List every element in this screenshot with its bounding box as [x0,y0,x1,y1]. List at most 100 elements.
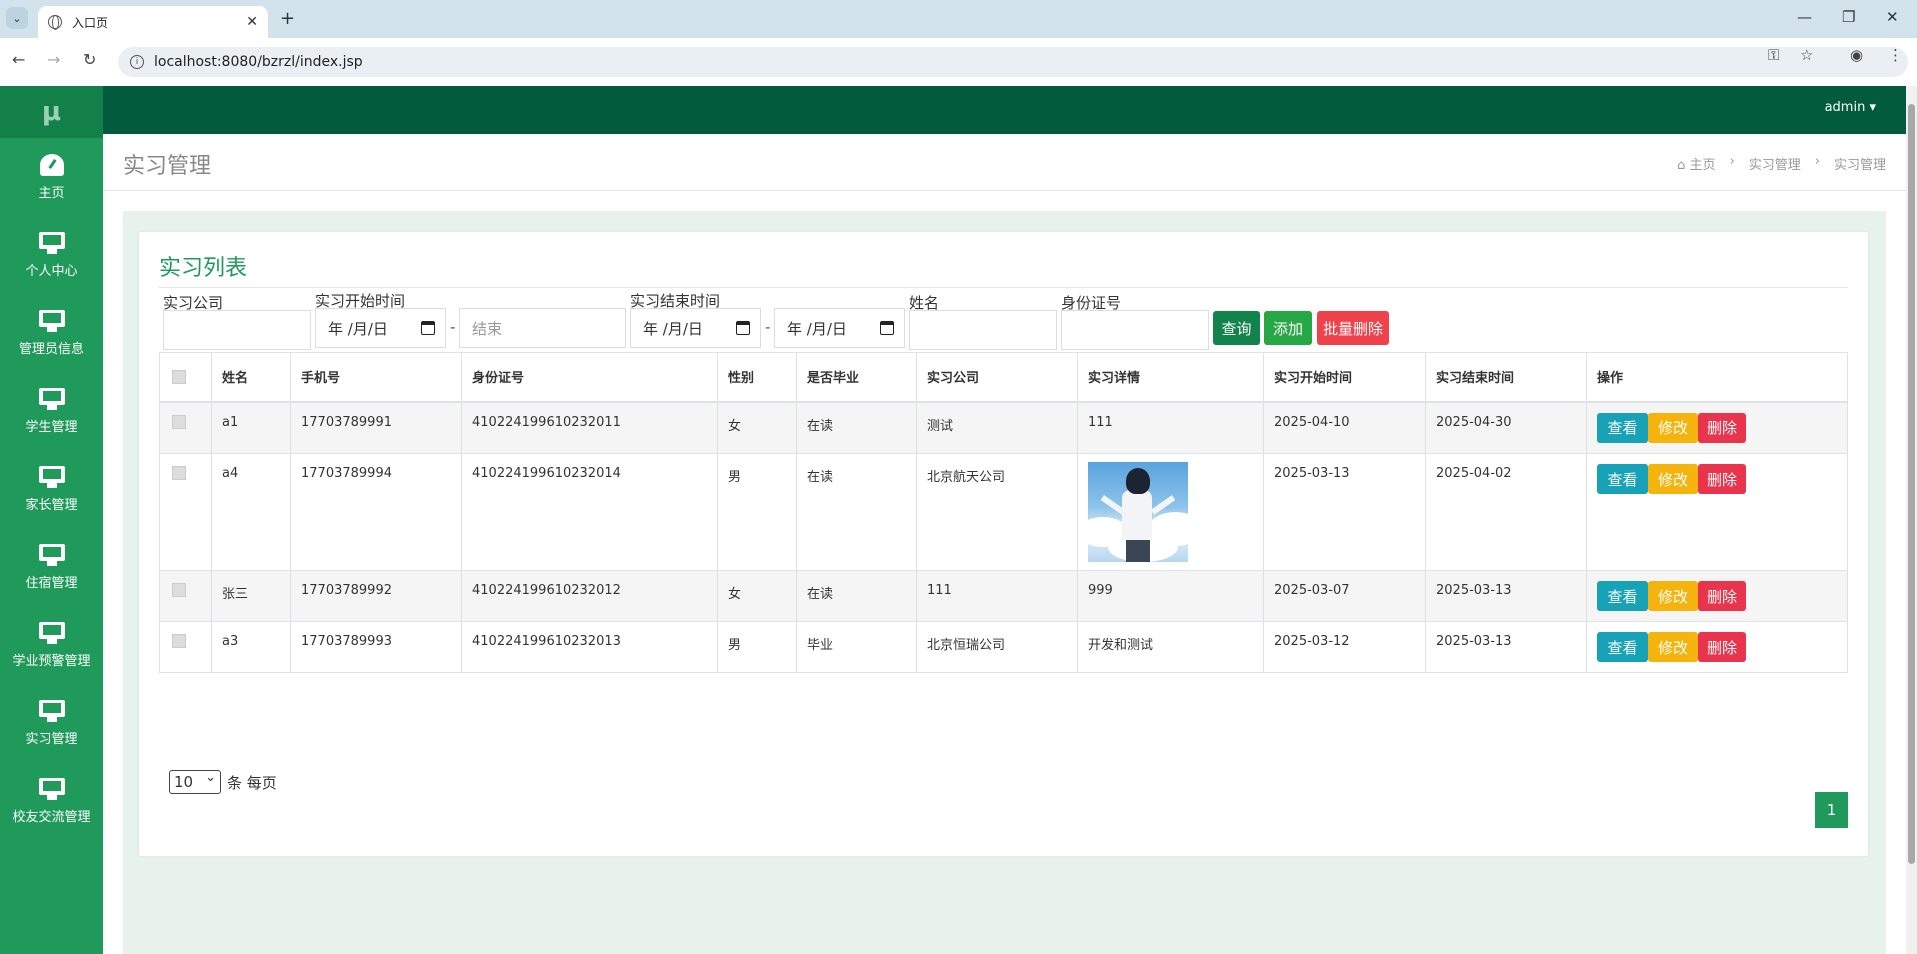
new-tab-icon[interactable]: + [280,8,295,29]
delete-button[interactable]: 删除 [1698,412,1746,443]
start-time-from-input[interactable]: 年 /月/日 [315,308,446,348]
row-actions: 查看 修改 删除 [1597,464,1837,494]
url-input[interactable]: i localhost:8080/bzrzl/index.jsp [118,47,1908,77]
table-row: 张三 17703789992 410224199610232012 女 在读 1… [159,570,1848,622]
back-icon[interactable]: ← [12,50,25,69]
chevron-right-icon: › [1729,154,1735,169]
restore-icon[interactable]: ❐ [1842,8,1855,26]
search-button[interactable]: 查询 [1213,311,1260,345]
start-time-to-input[interactable]: 结束 [459,308,626,348]
row-checkbox[interactable] [172,634,186,648]
calendar-icon[interactable] [736,321,750,335]
cell-id-number: 410224199610232014 [461,453,718,571]
view-button[interactable]: 查看 [1597,581,1648,611]
caret-down-icon: ▾ [1869,100,1876,115]
column-header: 手机号 [290,352,462,403]
reload-icon[interactable]: ↻ [83,50,96,69]
cell-name: 张三 [211,570,291,622]
password-key-icon[interactable]: ⚿ [1768,46,1779,64]
cell-detail: 开发和测试 [1077,621,1264,673]
monitor-icon [38,543,66,566]
page-title: 实习管理 [123,154,212,179]
page-size-suffix: 条 每页 [227,773,277,792]
view-button[interactable]: 查看 [1597,464,1648,494]
cell-company: 111 [916,570,1078,622]
cell-phone: 17703789993 [290,621,462,673]
browser-tab[interactable]: 入口页 ✕ [38,6,268,38]
sidebar-item-personal-center[interactable]: 个人中心 [0,216,103,294]
monitor-icon [38,309,66,332]
bookmark-star-icon[interactable]: ☆ [1800,46,1813,64]
breadcrumb: ⌂ 主页 › 实习管理 › 实习管理 [1677,154,1886,173]
window-close-icon[interactable]: ✕ [1886,8,1899,26]
cell-phone: 17703789992 [290,570,462,622]
cell-end: 2025-03-13 [1425,570,1587,622]
user-menu[interactable]: admin ▾ [1825,100,1876,115]
delete-button[interactable]: 删除 [1698,632,1746,662]
site-info-icon[interactable]: i [130,55,144,69]
breadcrumb-item[interactable]: 实习管理 [1749,154,1801,173]
column-header: 身份证号 [461,352,718,403]
sidebar-item-label: 住宿管理 [25,575,78,591]
company-input[interactable] [163,310,311,350]
monitor-icon [38,231,66,254]
sidebar-item-home[interactable]: 主页 [0,138,103,216]
edit-button[interactable]: 修改 [1648,412,1698,443]
id-number-input[interactable] [1061,310,1209,350]
cell-phone: 17703789994 [290,453,462,571]
sidebar-item-parents[interactable]: 家长管理 [0,450,103,528]
edit-button[interactable]: 修改 [1648,581,1698,611]
add-button[interactable]: 添加 [1264,311,1312,345]
column-header: 性别 [717,352,797,403]
end-time-from-input[interactable]: 年 /月/日 [630,308,761,348]
chevron-right-icon: › [1814,154,1820,169]
select-all-checkbox[interactable] [172,369,186,384]
page-scrollbar[interactable] [1906,86,1917,954]
row-checkbox[interactable] [172,583,186,597]
breadcrumb-home[interactable]: ⌂ 主页 [1677,154,1715,173]
address-bar-row: ← → ↻ i localhost:8080/bzrzl/index.jsp ⚿… [0,38,1917,86]
dashboard-icon [38,153,66,176]
breadcrumb-current: 实习管理 [1833,158,1886,173]
sidebar-item-admin-info[interactable]: 管理员信息 [0,294,103,372]
page-size-control: 10 条 每页 [169,770,277,794]
calendar-icon[interactable] [880,321,894,335]
view-button[interactable]: 查看 [1597,632,1648,662]
more-menu-icon[interactable]: ⋮ [1888,46,1903,64]
column-header: 实习开始时间 [1263,352,1426,403]
minimize-icon[interactable]: — [1797,8,1812,26]
tab-list-chevron-icon[interactable]: ⌄ [6,7,28,29]
page-size-select[interactable]: 10 [169,770,221,794]
internship-table: 姓名 手机号 身份证号 性别 是否毕业 实习公司 实习详情 实习开始时间 实习结… [159,352,1848,673]
forward-icon[interactable]: → [47,50,60,69]
internship-list-card: 实习列表 实习公司 实习开始时间 年 /月/日 - 结束 实习结束时间 年 /月… [139,232,1868,856]
sidebar-item-internship[interactable]: 实习管理 [0,684,103,762]
sidebar-item-label: 学业预警管理 [12,653,91,669]
profile-icon[interactable]: ◉ [1850,46,1863,64]
delete-button[interactable]: 删除 [1698,581,1746,611]
sidebar-item-students[interactable]: 学生管理 [0,372,103,450]
end-time-to-input[interactable]: 年 /月/日 [774,308,905,348]
divider [159,287,1848,288]
calendar-icon[interactable] [421,321,435,335]
sidebar-item-dorm[interactable]: 住宿管理 [0,528,103,606]
sidebar-item-label: 校友交流管理 [12,809,91,825]
view-button[interactable]: 查看 [1597,412,1648,443]
name-input[interactable] [909,310,1057,350]
row-checkbox[interactable] [172,414,186,429]
monitor-icon [38,465,66,488]
browser-tab-strip: ⌄ 入口页 ✕ + — ❐ ✕ [0,0,1917,38]
row-actions: 查看 修改 删除 [1597,412,1837,443]
scrollbar-thumb[interactable] [1908,104,1915,864]
sidebar-item-academic-warning[interactable]: 学业预警管理 [0,606,103,684]
edit-button[interactable]: 修改 [1648,632,1698,662]
batch-delete-button[interactable]: 批量删除 [1317,311,1389,345]
row-checkbox[interactable] [172,466,186,480]
edit-button[interactable]: 修改 [1648,464,1698,494]
monitor-icon [38,621,66,644]
sidebar-item-alumni[interactable]: 校友交流管理 [0,762,103,840]
delete-button[interactable]: 删除 [1698,464,1746,494]
tab-close-icon[interactable]: ✕ [246,14,258,30]
pagination-page-button[interactable]: 1 [1815,792,1848,828]
table-row: a1 17703789991 410224199610232011 女 在读 测… [159,401,1848,454]
